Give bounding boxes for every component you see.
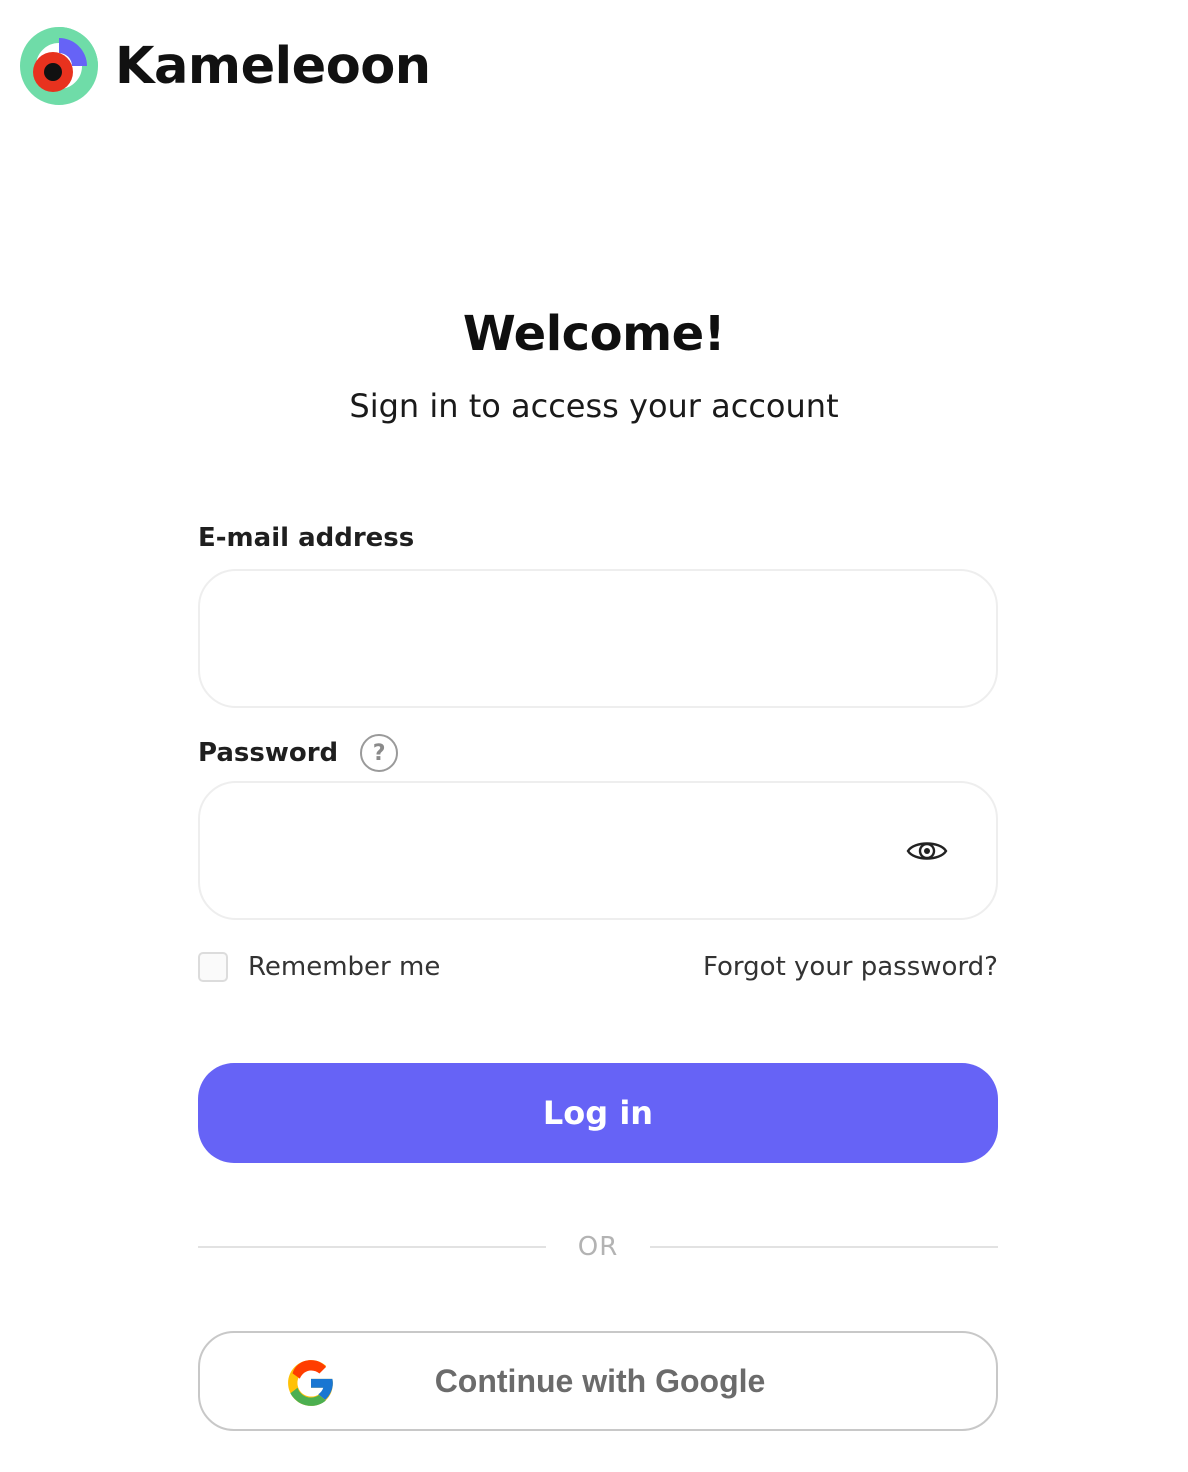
brand-header[interactable]: Kameleoon: [20, 26, 431, 106]
or-divider: OR: [198, 1230, 998, 1264]
password-label: Password: [198, 738, 339, 768]
remember-me-label[interactable]: Remember me: [248, 952, 440, 982]
page-title: Welcome!: [462, 306, 726, 362]
forgot-password-link[interactable]: Forgot your password?: [703, 950, 998, 984]
email-label: E-mail address: [198, 523, 415, 553]
google-signin-button[interactable]: Continue with Google: [198, 1331, 998, 1431]
login-button[interactable]: Log in: [198, 1063, 998, 1163]
page-subtitle: Sign in to access your account: [349, 387, 839, 425]
remember-me-checkbox[interactable]: [198, 952, 228, 982]
question-circle-icon[interactable]: ?: [360, 734, 399, 772]
remember-me-row: Remember me: [198, 950, 440, 984]
email-field-wrapper: [198, 569, 998, 708]
brand-name: Kameleoon: [115, 36, 431, 96]
email-field[interactable]: [200, 571, 996, 706]
password-label-row: Password ?: [198, 734, 399, 772]
password-field-wrapper: [198, 781, 998, 920]
divider-line-right: [650, 1246, 998, 1248]
password-field[interactable]: [200, 783, 996, 918]
eye-icon[interactable]: [906, 836, 948, 866]
login-page: Kameleoon Welcome! Sign in to access you…: [0, 0, 1188, 1472]
google-button-label: Continue with Google: [434, 1363, 766, 1399]
kameleoon-logo-icon: [20, 27, 98, 105]
